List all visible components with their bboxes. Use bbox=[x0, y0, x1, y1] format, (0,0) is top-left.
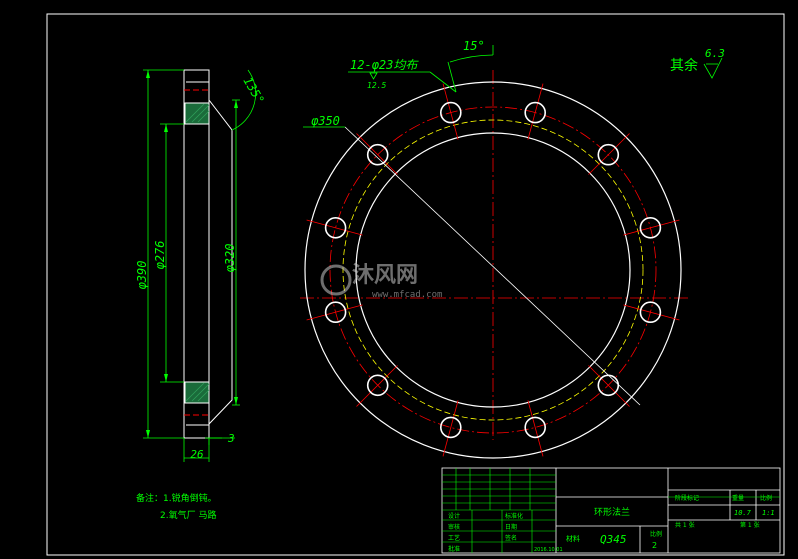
title-row-value-2: 签名 bbox=[505, 534, 517, 542]
title-scale: 1:1 bbox=[762, 509, 775, 517]
title-stage-label: 阶段标记 bbox=[675, 494, 699, 502]
dim-3: 3 bbox=[227, 432, 235, 445]
title-sheet-label: 共 1 张 bbox=[675, 521, 695, 529]
title-weight: 10.7 bbox=[734, 509, 752, 517]
hole-roughness: 12.5 bbox=[367, 81, 386, 90]
bolt-hole-centerline bbox=[356, 133, 398, 175]
bolt-hole-centerline bbox=[356, 365, 398, 407]
title-weight-label: 重量 bbox=[732, 494, 744, 502]
title-row-3: 批准 bbox=[448, 545, 460, 553]
title-sheet-no: 第 1 张 bbox=[740, 521, 760, 529]
bolt-hole-centerline bbox=[442, 400, 459, 457]
title-row-value-1: 日期 bbox=[505, 523, 517, 531]
title-material: Q345 bbox=[600, 533, 627, 546]
section-hatch-bottom bbox=[184, 381, 210, 404]
roughness-prefix: 其余 bbox=[670, 57, 698, 74]
title-row-1: 审核 bbox=[448, 523, 460, 531]
title-row-2: 工艺 bbox=[448, 534, 460, 542]
watermark-brand: 沐风网 bbox=[352, 263, 418, 288]
title-row-0: 设计 bbox=[448, 512, 460, 520]
bolt-hole-centerline bbox=[527, 400, 544, 457]
bolt-hole-centerline bbox=[306, 304, 363, 321]
front-view bbox=[300, 45, 690, 459]
title-row-value-3: 2016.10.01 bbox=[534, 547, 563, 553]
angle-15-label: 15° bbox=[463, 39, 485, 53]
section-hatch-top bbox=[184, 102, 210, 125]
note-line-2: 2.氧气厂 马路 bbox=[160, 509, 216, 521]
pcd-label: φ350 bbox=[311, 114, 340, 128]
dim-26: 26 bbox=[190, 448, 204, 461]
bolt-hole-centerline bbox=[588, 133, 630, 175]
bolt-hole-centerline bbox=[588, 365, 630, 407]
dim-276: φ276 bbox=[153, 241, 167, 270]
title-material-label: 材料 bbox=[566, 534, 580, 543]
dim-320: φ320 bbox=[223, 244, 237, 273]
title-scale-header: 比例 bbox=[760, 494, 772, 502]
title-corner-value: 2 bbox=[652, 541, 657, 550]
title-part-name: 环形法兰 bbox=[594, 506, 630, 518]
dim-390: φ390 bbox=[135, 261, 149, 290]
holes-callout: 12-φ23均布 bbox=[350, 58, 419, 72]
note-line-1: 备注：1.锐角倒钝。 bbox=[136, 492, 217, 504]
cad-drawing: φ390 φ276 φ320 26 3 135° 12-φ23均布 12.5 φ… bbox=[46, 13, 785, 556]
bolt-hole-centerline bbox=[623, 304, 680, 321]
title-row-value-0: 标准化 bbox=[505, 512, 523, 520]
chamfer-angle: 135° bbox=[240, 75, 267, 107]
watermark: 沐风网 www.mfcad.com bbox=[320, 263, 442, 300]
roughness-symbol bbox=[703, 57, 723, 79]
title-scale-label: 比例 bbox=[650, 530, 662, 538]
watermark-url: www.mfcad.com bbox=[372, 290, 442, 300]
